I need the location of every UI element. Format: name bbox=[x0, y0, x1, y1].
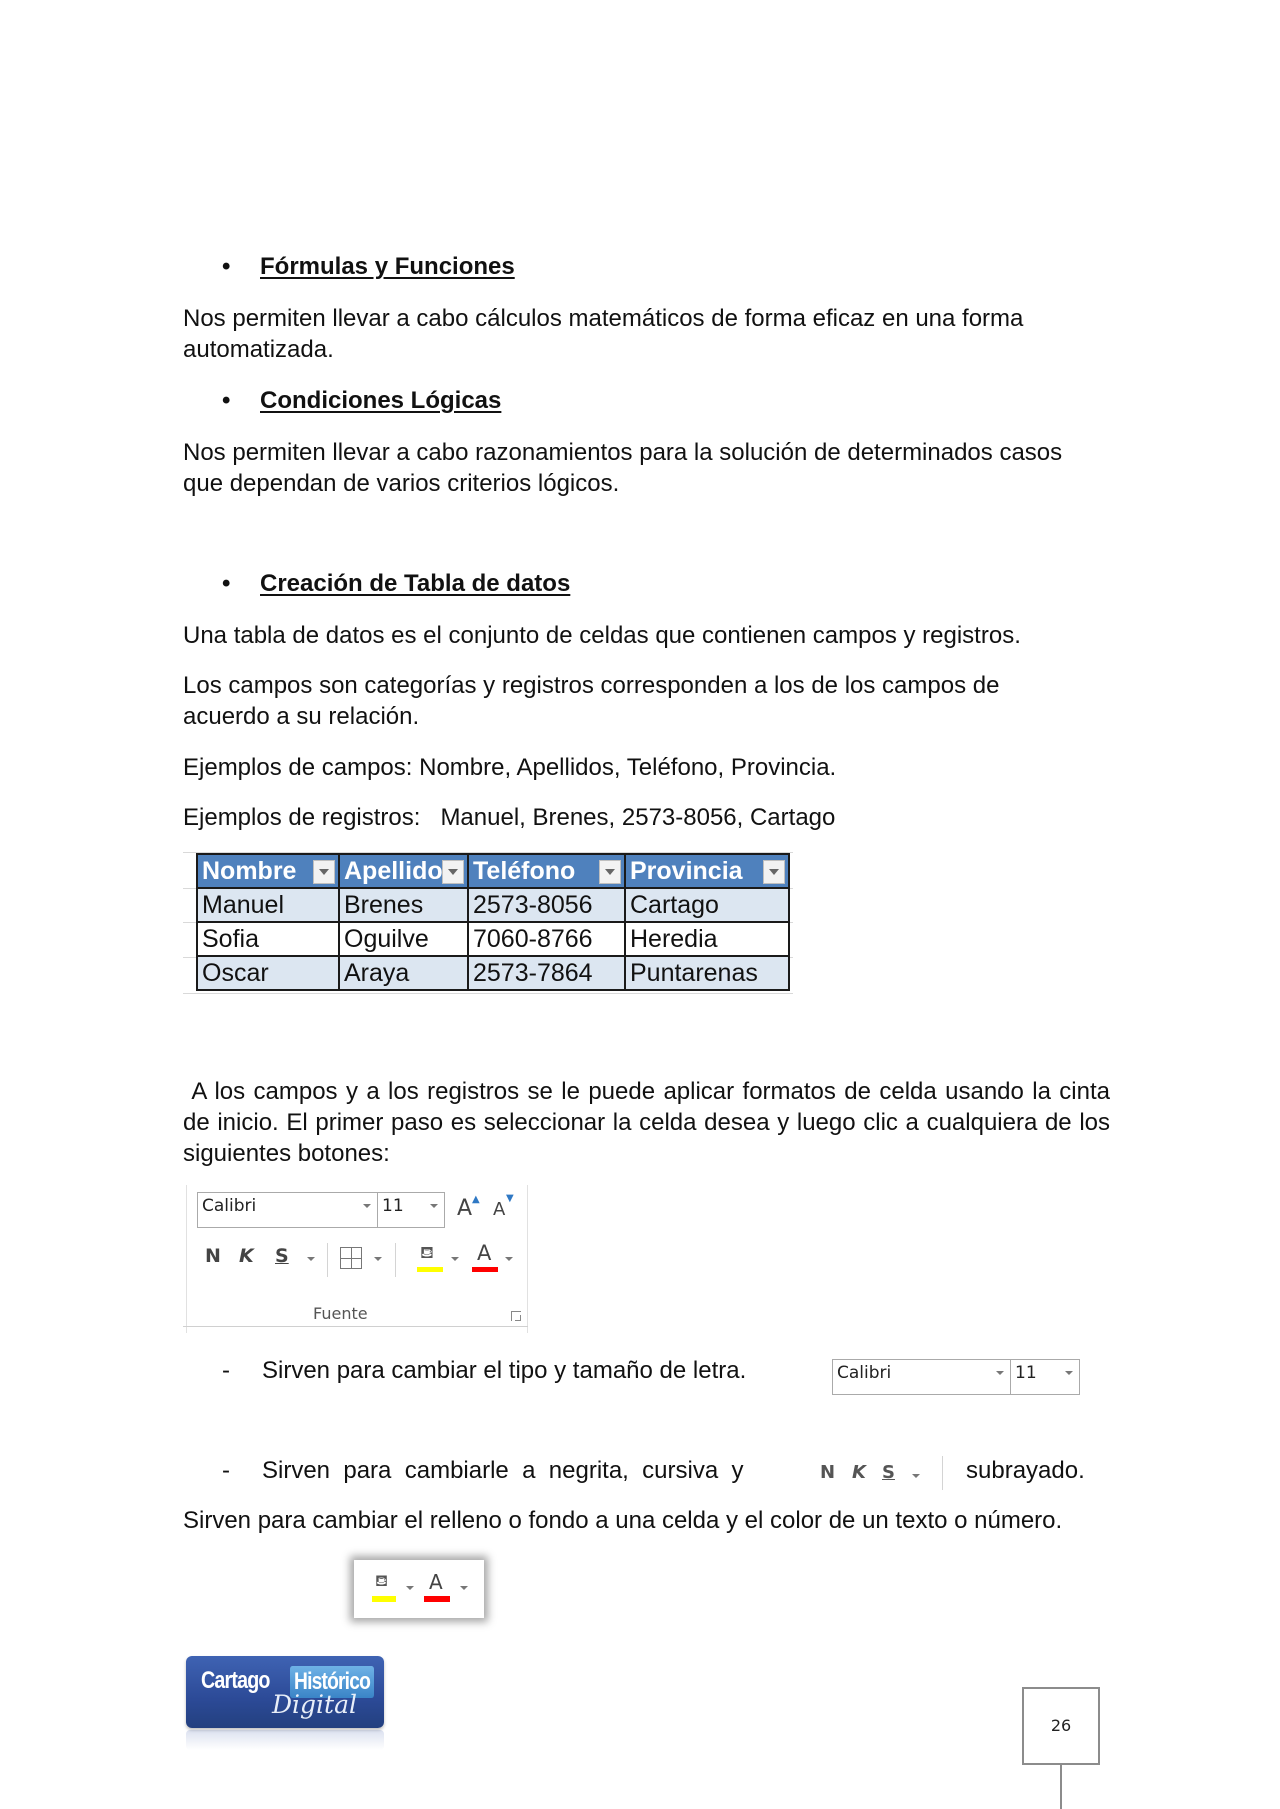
increase-arrow-icon: ▲ bbox=[472, 1194, 480, 1205]
table-header-row: Nombre Apellido Teléfono Provincia bbox=[196, 853, 790, 889]
paragraph-record-examples: Ejemplos de registros: Manuel, Brenes, 2… bbox=[183, 804, 836, 831]
font-name-combo-small[interactable]: Calibri bbox=[832, 1359, 1011, 1395]
font-color-button[interactable]: A bbox=[472, 1241, 498, 1272]
column-header-apellido[interactable]: Apellido bbox=[338, 853, 469, 889]
underline-icon: S bbox=[882, 1462, 895, 1483]
table-cell[interactable]: Brenes bbox=[338, 887, 469, 923]
color-buttons-snippet: ⛾ A bbox=[354, 1560, 484, 1618]
heading-formulas-text: Fórmulas y Funciones bbox=[260, 253, 515, 280]
font-color-swatch bbox=[424, 1596, 450, 1602]
filter-dropdown-icon[interactable] bbox=[763, 860, 785, 884]
table-cell[interactable]: Heredia bbox=[624, 921, 790, 957]
bullet: • bbox=[222, 253, 231, 280]
divider bbox=[327, 1243, 328, 1277]
italic-icon: K bbox=[852, 1462, 866, 1483]
table-cell[interactable]: 7060-8766 bbox=[467, 921, 626, 957]
table-cell[interactable]: Puntarenas bbox=[624, 955, 790, 991]
shrink-font-button[interactable]: A ▼ bbox=[493, 1193, 514, 1220]
divider bbox=[942, 1456, 943, 1490]
chevron-down-icon bbox=[996, 1371, 1004, 1375]
paragraph-field-examples: Ejemplos de campos: Nombre, Apellidos, T… bbox=[183, 754, 837, 781]
bold-button[interactable]: N bbox=[205, 1245, 221, 1267]
font-size-combo-small[interactable]: 11 bbox=[1010, 1359, 1080, 1395]
paragraph-fill-color: Sirven para cambiar el relleno o fondo a… bbox=[183, 1507, 1063, 1534]
table-cell[interactable]: 2573-8056 bbox=[467, 887, 626, 923]
page-number: 26 bbox=[1022, 1687, 1100, 1765]
heading-table-creation-text: Creación de Tabla de datos bbox=[260, 570, 571, 597]
item-font-type: Sirven para cambiar el tipo y tamaño de … bbox=[262, 1357, 747, 1384]
table-cell[interactable]: Oscar bbox=[196, 955, 340, 991]
table-cell[interactable]: Oguilve bbox=[338, 921, 469, 957]
fill-color-button[interactable]: ⛾ bbox=[417, 1243, 443, 1272]
filter-dropdown-icon[interactable] bbox=[442, 860, 464, 884]
logo-cartago-historico-digital: Cartago Histórico Digital bbox=[186, 1656, 384, 1728]
decrease-arrow-icon: ▼ bbox=[506, 1193, 514, 1204]
font-name-combo[interactable]: Calibri bbox=[197, 1192, 378, 1228]
fill-color-swatch bbox=[417, 1267, 443, 1272]
dialog-launcher-icon[interactable] bbox=[511, 1311, 521, 1321]
chevron-down-icon bbox=[1065, 1371, 1073, 1375]
gridline bbox=[183, 993, 793, 994]
chevron-down-icon bbox=[430, 1204, 438, 1208]
filter-dropdown-icon[interactable] bbox=[313, 860, 335, 884]
paint-bucket-icon: ⛾ bbox=[375, 1573, 389, 1590]
paragraph-conditions: Nos permiten llevar a cabo razonamientos… bbox=[183, 439, 1063, 497]
fill-color-button[interactable]: ⛾ bbox=[372, 1572, 398, 1604]
font-size-combo[interactable]: 11 bbox=[377, 1192, 445, 1228]
paragraph-format-intro: A los campos y a los registros se le pue… bbox=[183, 1078, 1117, 1167]
divider bbox=[183, 1326, 528, 1327]
bullet: • bbox=[222, 570, 231, 597]
grow-font-button[interactable]: A ▲ bbox=[457, 1194, 480, 1221]
chevron-down-icon[interactable] bbox=[406, 1586, 414, 1590]
paragraph-table-def: Una tabla de datos es el conjunto de cel… bbox=[183, 622, 1021, 649]
table-row: Manuel Brenes 2573-8056 Cartago bbox=[196, 887, 790, 923]
borders-icon[interactable] bbox=[340, 1247, 362, 1269]
column-header-nombre[interactable]: Nombre bbox=[196, 853, 340, 889]
ribbon-font-group: Calibri 11 A ▲ A ▼ N K S ⛾ A Fuente bbox=[186, 1185, 528, 1333]
item-bold-italic-text: Sirven para cambiarle a negrita, cursiva… bbox=[262, 1457, 744, 1484]
paragraph-fields: Los campos son categorías y registros co… bbox=[183, 672, 1000, 730]
font-color-swatch bbox=[472, 1267, 498, 1272]
underline-button[interactable]: S bbox=[275, 1245, 289, 1267]
data-table: Nombre Apellido Teléfono Provincia Manue… bbox=[196, 853, 790, 991]
chevron-down-icon[interactable] bbox=[460, 1586, 468, 1590]
column-header-telefono[interactable]: Teléfono bbox=[467, 853, 626, 889]
paragraph-formulas: Nos permiten llevar a cabo cálculos mate… bbox=[183, 305, 1024, 363]
dash: - bbox=[222, 1457, 230, 1484]
page-number-stem bbox=[1060, 1763, 1062, 1809]
divider bbox=[395, 1243, 396, 1277]
heading-conditions-text: Condiciones Lógicas bbox=[260, 387, 502, 414]
table-cell[interactable]: Manuel bbox=[196, 887, 340, 923]
dash: - bbox=[222, 1357, 230, 1384]
chevron-down-icon[interactable] bbox=[307, 1257, 315, 1261]
chevron-down-icon[interactable] bbox=[505, 1257, 513, 1261]
group-label: Fuente bbox=[313, 1304, 368, 1323]
table-cell[interactable]: Sofia bbox=[196, 921, 340, 957]
filter-dropdown-icon[interactable] bbox=[599, 860, 621, 884]
item-bold-italic-post: subrayado. bbox=[966, 1457, 1085, 1484]
bold-icon: N bbox=[820, 1462, 836, 1483]
chevron-down-icon[interactable] bbox=[374, 1257, 382, 1261]
chevron-down-icon bbox=[912, 1474, 920, 1478]
bullet: • bbox=[222, 387, 231, 414]
font-color-button[interactable]: A bbox=[424, 1570, 450, 1604]
table-cell[interactable]: Cartago bbox=[624, 887, 790, 923]
table-cell[interactable]: Araya bbox=[338, 955, 469, 991]
chevron-down-icon bbox=[363, 1204, 371, 1208]
table-cell[interactable]: 2573-7864 bbox=[467, 955, 626, 991]
column-header-provincia[interactable]: Provincia bbox=[624, 853, 790, 889]
table-row: Oscar Araya 2573-7864 Puntarenas bbox=[196, 955, 790, 991]
paint-bucket-icon: ⛾ bbox=[420, 1243, 434, 1263]
bold-italic-underline-icons: N K S bbox=[818, 1456, 948, 1490]
fill-color-swatch bbox=[372, 1596, 396, 1602]
italic-button[interactable]: K bbox=[239, 1245, 254, 1267]
logo-reflection bbox=[186, 1730, 384, 1750]
chevron-down-icon[interactable] bbox=[451, 1257, 459, 1261]
table-row: Sofia Oguilve 7060-8766 Heredia bbox=[196, 921, 790, 957]
